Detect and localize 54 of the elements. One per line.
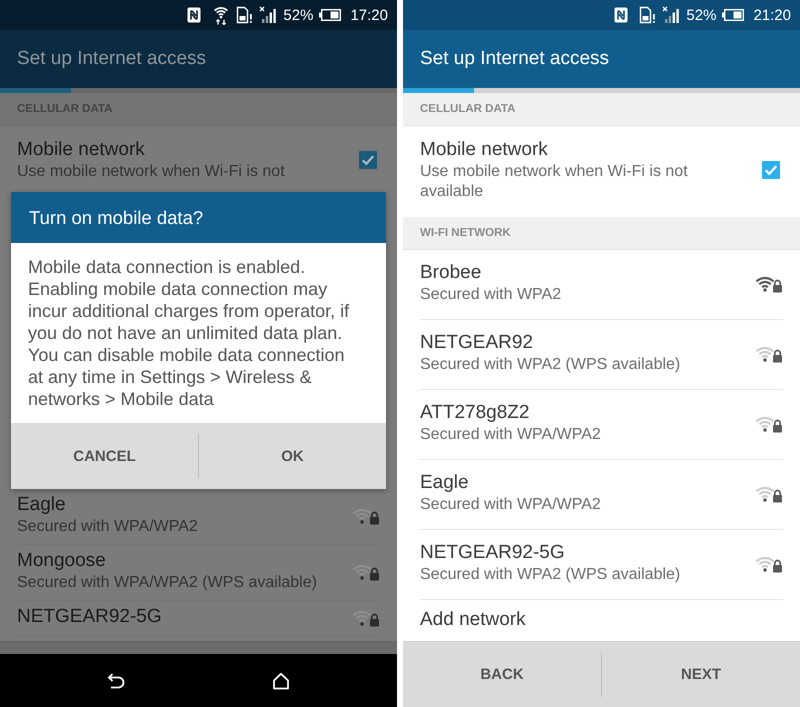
nfc-icon [614,7,628,23]
network-list-item[interactable]: NETGEAR92-5G [17,601,380,637]
setting-description: Use mobile network when Wi-Fi is not available [420,162,689,202]
screen-title: Set up Internet access [420,48,610,70]
signal-icon [259,6,278,24]
network-security: Secured with WPA/WPA2 [17,517,199,537]
dialog-title: Turn on mobile data? [11,192,386,243]
setting-title: Mobile network [420,138,549,162]
add-network-item[interactable]: Add network [420,600,783,640]
network-name: Brobee [420,261,482,285]
footer-button[interactable]: BACK [403,642,601,707]
setting-title: Mobile network [17,138,146,162]
battery-percentage: 52% [686,6,716,24]
network-list-item[interactable]: Mongoose Secured with WPA/WPA2 (WPS available) [17,545,380,601]
clock: 21:20 [753,6,791,24]
network-name: NETGEAR92 [420,331,534,355]
network-list-item[interactable]: Eagle Secured with WPA/WPA2 [420,460,783,530]
network-security: Secured with WPA/WPA2 (WPS available) [17,573,318,593]
network-name: NETGEAR92-5G [420,541,566,565]
network-security: Secured with WPA/WPA2 [420,425,602,445]
sim-card-icon [639,6,656,24]
network-list-item[interactable]: ATT278g8Z2 Secured with WPA/WPA2 [420,390,783,460]
checkbox[interactable] [762,161,780,179]
network-security: Secured with WPA2 (WPS available) [420,355,682,375]
dialog-message: Mobile data connection is enabled. Enabling mobile data connection may incur additional charges from operator, if you do not have an unlimited data plan. You can disable mobile data connection at any time in Settings > Wireless & networks > Mobile data [27,256,350,411]
signal-icon [662,6,680,24]
setting-description: Use mobile network when Wi-Fi is not [17,162,286,182]
battery-icon [319,9,342,21]
network-list-item[interactable]: Eagle Secured with WPA/WPA2 [17,489,380,545]
clock: 17:20 [350,6,388,24]
footer-button[interactable]: NEXT [602,642,800,707]
network-list-item[interactable]: NETGEAR92 Secured with WPA2 (WPS available) [420,320,783,390]
sim-card-icon [236,6,254,24]
network-name: ATT278g8Z2 [420,401,530,425]
network-name: Eagle [420,471,470,495]
network-name: NETGEAR92-5G [17,605,163,629]
network-name: Mongoose [17,549,107,573]
section-header: WI-FI NETWORK [403,217,800,250]
dialog-button[interactable]: CANCEL [11,423,198,489]
back-icon[interactable] [107,672,125,690]
nfc-icon [187,7,202,23]
network-security: Secured with WPA/WPA2 [420,495,602,515]
network-security: Secured with WPA2 (WPS available) [420,565,682,585]
network-security: Secured with WPA2 [420,285,562,305]
dialog-button[interactable]: OK [199,423,386,489]
network-name: Eagle [17,493,67,517]
battery-icon [722,9,744,21]
section-header: CELLULAR DATA [403,93,800,126]
checkbox[interactable] [359,151,377,169]
screen-title: Set up Internet access [17,48,206,70]
home-icon[interactable] [272,672,290,690]
network-list-item[interactable]: NETGEAR92-5G Secured with WPA2 (WPS available) [420,530,783,600]
battery-percentage: 52% [283,6,314,24]
network-list-item[interactable]: Brobee Secured with WPA2 [420,250,783,320]
